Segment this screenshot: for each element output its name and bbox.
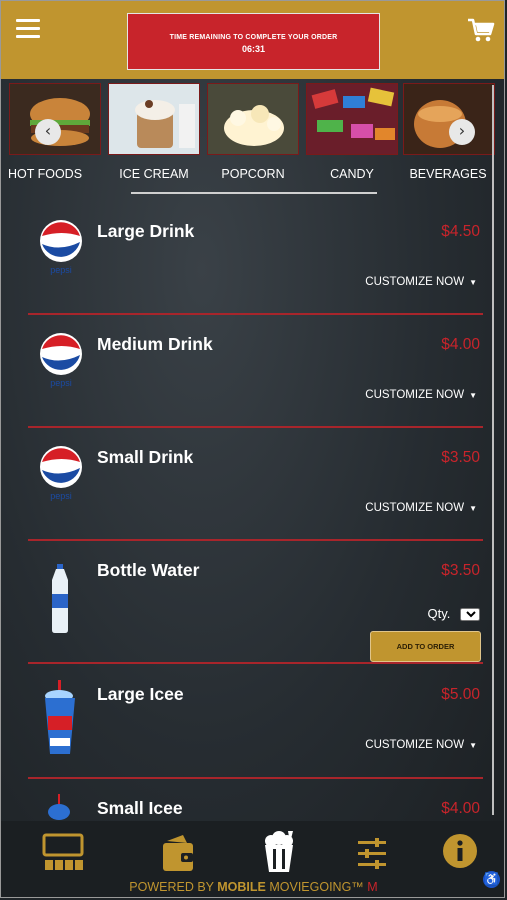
wallet-icon[interactable] <box>161 833 195 873</box>
timer-value: 06:31 <box>241 44 266 54</box>
cart-icon[interactable] <box>467 17 495 43</box>
item-divider <box>28 539 483 541</box>
svg-text:pepsi: pepsi <box>50 491 72 501</box>
item-divider <box>28 662 483 664</box>
category-active-underline <box>131 192 377 194</box>
pepsi-logo-icon: pepsi <box>40 333 82 388</box>
icee-cup-icon <box>48 794 70 820</box>
header-bar: TIME REMAINING TO COMPLETE YOUR ORDER 06… <box>1 1 504 79</box>
menu-item-small-icee: Small Icee $4.00 <box>28 792 483 822</box>
item-divider <box>28 313 483 315</box>
pepsi-logo-icon: pepsi <box>40 446 82 501</box>
quantity-control: Qty. 1 <box>427 606 480 622</box>
order-timer: TIME REMAINING TO COMPLETE YOUR ORDER 06… <box>127 13 380 70</box>
item-price: $5.00 <box>441 686 480 703</box>
ice-cream-image <box>108 83 200 155</box>
category-popcorn[interactable]: POPCORN <box>207 83 299 181</box>
item-name: Small Icee <box>97 798 183 818</box>
timer-label: TIME REMAINING TO COMPLETE YOUR ORDER <box>169 34 338 41</box>
popcorn-image <box>207 83 299 155</box>
menu-item-medium-drink: pepsi Medium Drink $4.00 CUSTOMIZE NOW ▼ <box>28 328 483 426</box>
caret-down-icon: ▼ <box>469 278 477 287</box>
category-carousel: HOT FOODS ICE CREAM POPCORN CANDY BEVERA… <box>1 79 504 195</box>
category-label: BEVERAGES <box>409 167 487 181</box>
customize-now-button[interactable]: CUSTOMIZE NOW ▼ <box>365 389 477 401</box>
caret-down-icon: ▼ <box>469 504 477 513</box>
water-bottle-icon <box>52 564 68 633</box>
item-name: Small Drink <box>97 447 194 467</box>
svg-text:pepsi: pepsi <box>50 378 72 388</box>
category-label: ICE CREAM <box>119 167 189 181</box>
bottom-nav: POWERED BY MOBILE MOVIEGOING™ M <box>1 821 504 897</box>
category-label: POPCORN <box>221 167 285 181</box>
beverages-image <box>403 83 495 155</box>
item-divider <box>28 426 483 428</box>
svg-text:pepsi: pepsi <box>50 265 72 275</box>
powered-brand: MOBILE <box>217 880 266 894</box>
customize-now-button[interactable]: CUSTOMIZE NOW ▼ <box>365 502 477 514</box>
hot-foods-image <box>9 83 101 155</box>
customize-now-button[interactable]: CUSTOMIZE NOW ▼ <box>365 276 477 288</box>
add-to-order-button[interactable]: ADD TO ORDER <box>370 631 481 662</box>
pepsi-logo-icon: pepsi <box>40 220 82 275</box>
menu-item-small-drink: pepsi Small Drink $3.50 CUSTOMIZE NOW ▼ <box>28 441 483 539</box>
popcorn-icon[interactable] <box>261 831 297 873</box>
item-price: $4.00 <box>441 336 480 353</box>
item-price: $4.00 <box>441 800 480 817</box>
app-frame: TIME REMAINING TO COMPLETE YOUR ORDER 06… <box>0 0 505 898</box>
item-name: Large Drink <box>97 221 195 241</box>
quantity-select[interactable]: 1 <box>460 608 480 622</box>
filter-sliders-icon[interactable] <box>357 837 387 871</box>
category-label: HOT FOODS <box>7 167 83 181</box>
theater-screen-icon[interactable] <box>41 833 85 873</box>
powered-by-text: POWERED BY MOBILE MOVIEGOING™ M <box>129 880 378 894</box>
menu-item-large-drink: pepsi Large Drink $4.50 CUSTOMIZE NOW ▼ <box>28 215 483 313</box>
candy-image <box>306 83 398 155</box>
item-name: Large Icee <box>97 684 184 704</box>
category-label: CANDY <box>330 167 374 181</box>
item-price: $3.50 <box>441 562 480 579</box>
customize-now-button[interactable]: CUSTOMIZE NOW ▼ <box>365 739 477 751</box>
item-name: Bottle Water <box>97 560 200 580</box>
menu-item-bottle-water: Bottle Water $3.50 Qty. 1 ADD TO ORDER <box>28 554 483 662</box>
carousel-prev-icon[interactable]: ‹ <box>35 119 61 145</box>
category-candy[interactable]: CANDY <box>306 83 398 181</box>
item-divider <box>28 777 483 779</box>
caret-down-icon: ▼ <box>469 391 477 400</box>
info-icon[interactable] <box>442 833 478 869</box>
item-price: $4.50 <box>441 223 480 240</box>
menu-item-large-icee: Large Icee $5.00 CUSTOMIZE NOW ▼ <box>28 678 483 776</box>
hamburger-menu-icon[interactable] <box>16 19 40 41</box>
qty-label: Qty. <box>427 606 451 621</box>
carousel-next-icon[interactable]: › <box>449 119 475 145</box>
accessibility-icon[interactable]: ♿ <box>483 871 500 888</box>
caret-down-icon: ▼ <box>469 741 477 750</box>
scrollbar[interactable] <box>492 85 494 815</box>
icee-cup-icon <box>45 680 75 754</box>
item-name: Medium Drink <box>97 334 213 354</box>
item-price: $3.50 <box>441 449 480 466</box>
category-ice-cream[interactable]: ICE CREAM <box>108 83 200 181</box>
